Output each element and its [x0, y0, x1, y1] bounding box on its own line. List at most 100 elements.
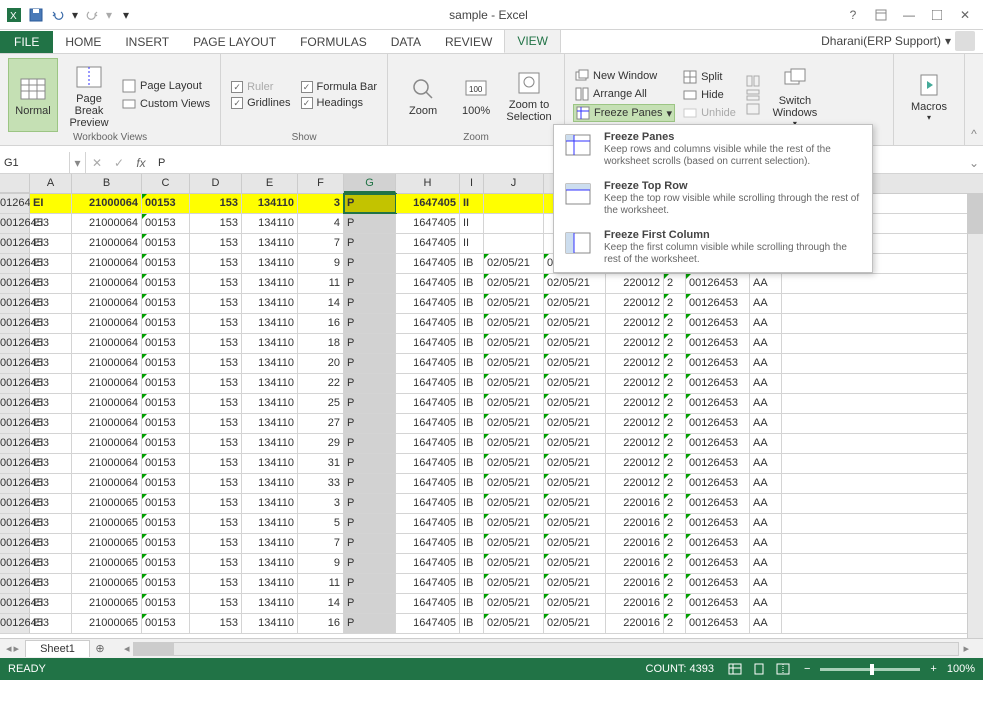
cell[interactable]: 2 [664, 394, 686, 413]
cell[interactable]: EI [30, 214, 72, 233]
user-account[interactable]: Dharani(ERP Support) ▾ [813, 29, 983, 53]
cell[interactable]: 220012 [606, 434, 664, 453]
cell[interactable]: 1647405 [396, 454, 460, 473]
cell[interactable]: AA [750, 534, 782, 553]
cell[interactable]: 153 [190, 214, 242, 233]
cell[interactable]: 2 [664, 334, 686, 353]
cell[interactable]: P [344, 394, 396, 413]
cell[interactable]: 1647405 [396, 414, 460, 433]
cell[interactable]: 134110 [242, 554, 298, 573]
row-header[interactable]: 00126453 [0, 394, 30, 413]
col-header-B[interactable]: B [72, 174, 142, 193]
cell[interactable]: 02/05/21 [544, 414, 606, 433]
cell[interactable]: 02/05/21 [484, 474, 544, 493]
cell[interactable]: 00153 [142, 534, 190, 553]
col-header-D[interactable]: D [190, 174, 242, 193]
excel-icon[interactable]: X [4, 5, 24, 25]
cell[interactable]: 02/05/21 [484, 254, 544, 273]
row-header[interactable]: 00126453 [0, 454, 30, 473]
cell[interactable]: 220012 [606, 334, 664, 353]
ruler-checkbox[interactable]: ✓Ruler [229, 80, 292, 94]
scroll-left-icon[interactable]: ◂ [120, 642, 134, 655]
cell[interactable]: 00153 [142, 514, 190, 533]
tab-data[interactable]: DATA [379, 31, 433, 53]
cell[interactable]: 2 [664, 494, 686, 513]
cell[interactable]: AA [750, 314, 782, 333]
cell[interactable]: EI [30, 574, 72, 593]
enter-formula-icon[interactable]: ✓ [108, 152, 130, 173]
cell[interactable]: AA [750, 574, 782, 593]
cell[interactable]: 02/05/21 [544, 374, 606, 393]
cell[interactable]: 02/05/21 [544, 294, 606, 313]
redo-dropdown-icon[interactable]: ▾ [104, 5, 114, 25]
cell[interactable]: 18 [298, 334, 344, 353]
cell[interactable]: 1647405 [396, 314, 460, 333]
cell[interactable]: EI [30, 514, 72, 533]
cell[interactable]: 21000064 [72, 354, 142, 373]
cell[interactable]: 1647405 [396, 234, 460, 253]
cell[interactable]: AA [750, 454, 782, 473]
cell[interactable]: 2 [664, 374, 686, 393]
cell[interactable]: 1647405 [396, 474, 460, 493]
cell[interactable]: 00153 [142, 494, 190, 513]
cell[interactable]: 153 [190, 574, 242, 593]
cell[interactable]: 02/05/21 [484, 434, 544, 453]
cell[interactable]: AA [750, 414, 782, 433]
cell[interactable]: 00153 [142, 294, 190, 313]
cell[interactable]: 00153 [142, 574, 190, 593]
cell[interactable]: EI [30, 334, 72, 353]
cell[interactable]: 7 [298, 534, 344, 553]
cell[interactable]: 134110 [242, 594, 298, 613]
cell[interactable]: EI [30, 454, 72, 473]
cell[interactable]: 00153 [142, 434, 190, 453]
cell[interactable]: 02/05/21 [484, 274, 544, 293]
cell[interactable]: P [344, 474, 396, 493]
cell[interactable]: 00153 [142, 254, 190, 273]
cell[interactable]: 153 [190, 414, 242, 433]
zoom-100-button[interactable]: 100 100% [456, 58, 496, 132]
cell[interactable]: P [344, 494, 396, 513]
cell[interactable]: 02/05/21 [544, 314, 606, 333]
row-header[interactable]: 00126453 [0, 234, 30, 253]
horizontal-scrollbar[interactable]: ◂ ▸ [120, 642, 973, 656]
cell[interactable]: 00126453 [686, 414, 750, 433]
cell[interactable]: P [344, 434, 396, 453]
page-break-view-icon[interactable] [772, 661, 794, 677]
cell[interactable]: 153 [190, 514, 242, 533]
cell[interactable]: 21000064 [72, 314, 142, 333]
cell[interactable]: 00153 [142, 214, 190, 233]
cell[interactable]: 153 [190, 294, 242, 313]
col-header-F[interactable]: F [298, 174, 344, 193]
cell[interactable]: 00153 [142, 414, 190, 433]
row-header[interactable]: 00126453 [0, 214, 30, 233]
cell[interactable]: 153 [190, 434, 242, 453]
freeze-panes-option[interactable]: Freeze Panes Keep rows and columns visib… [554, 125, 872, 174]
cell[interactable]: 134110 [242, 494, 298, 513]
cell[interactable]: 134110 [242, 194, 298, 213]
row-header[interactable]: 00126453 [0, 334, 30, 353]
cell[interactable]: 1647405 [396, 594, 460, 613]
undo-dropdown-icon[interactable]: ▾ [70, 5, 80, 25]
cell[interactable]: 153 [190, 334, 242, 353]
cell[interactable]: 153 [190, 614, 242, 633]
row-header[interactable]: 00126453 [0, 474, 30, 493]
zoom-level[interactable]: 100% [947, 663, 975, 675]
cell[interactable]: 00126453 [686, 614, 750, 633]
cell[interactable]: 21000065 [72, 594, 142, 613]
cell[interactable]: 4 [298, 214, 344, 233]
cell[interactable]: EI [30, 294, 72, 313]
cell[interactable]: 220016 [606, 554, 664, 573]
cell[interactable]: 220016 [606, 514, 664, 533]
cell[interactable]: 134110 [242, 614, 298, 633]
ribbon-display-icon[interactable] [869, 5, 893, 25]
cell[interactable]: 02/05/21 [484, 554, 544, 573]
cell[interactable]: IB [460, 454, 484, 473]
cell[interactable]: II [460, 194, 484, 213]
cell[interactable]: 02/05/21 [484, 354, 544, 373]
help-icon[interactable]: ? [841, 5, 865, 25]
tab-view[interactable]: VIEW [504, 29, 561, 53]
cell[interactable]: 2 [664, 534, 686, 553]
cell[interactable]: 14 [298, 594, 344, 613]
cell[interactable]: EI [30, 554, 72, 573]
cell[interactable]: 21000065 [72, 574, 142, 593]
